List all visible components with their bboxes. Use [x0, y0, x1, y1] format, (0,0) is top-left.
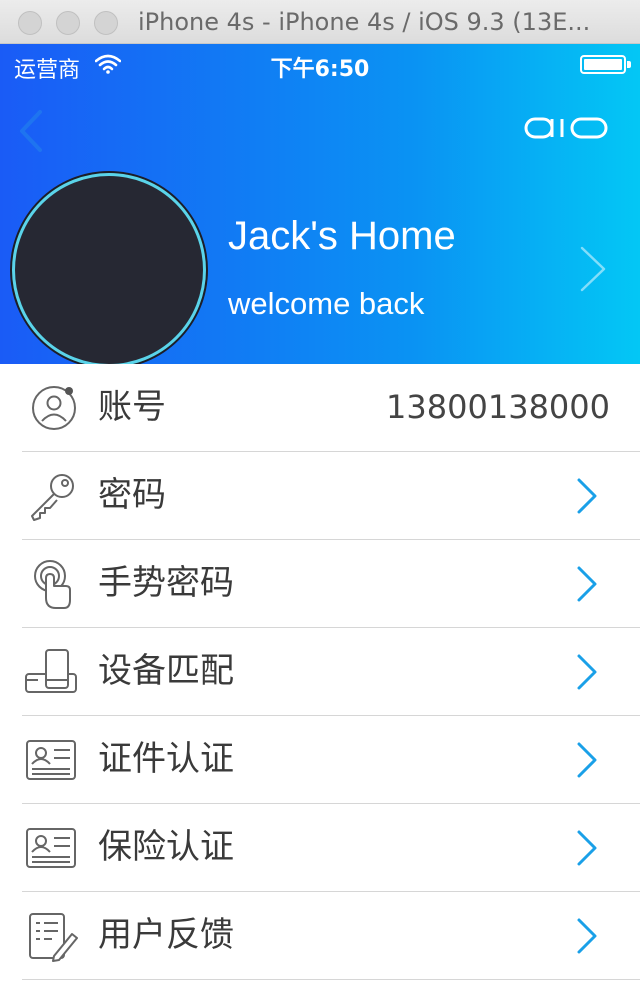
- chevron-right-icon: [577, 566, 597, 602]
- account-number: 13800138000: [386, 388, 610, 426]
- menu-row-id-certification[interactable]: 证件认证: [0, 716, 640, 804]
- battery-icon: [580, 55, 631, 74]
- chevron-right-icon: [577, 742, 597, 778]
- menu-label: 账号: [98, 387, 166, 427]
- id-card-icon: [26, 740, 76, 780]
- chevron-right-icon: [577, 830, 597, 866]
- welcome-subtitle: welcome back: [228, 286, 425, 321]
- simulator-window-bar: iPhone 4s - iPhone 4s / iOS 9.3 (13E...: [0, 0, 640, 44]
- window-zoom-button[interactable]: [94, 11, 118, 35]
- menu-label: 手势密码: [98, 563, 234, 603]
- window-close-button[interactable]: [18, 11, 42, 35]
- insurance-card-icon: [26, 828, 76, 868]
- menu-label: 密码: [98, 475, 166, 515]
- device-icon: [25, 649, 77, 693]
- menu-row-password[interactable]: 密码: [0, 452, 640, 540]
- aio-logo: aio: [524, 117, 608, 139]
- status-time: 下午6:50: [270, 57, 370, 82]
- menu-label: 证件认证: [98, 739, 234, 779]
- settings-list: 账号 13800138000 密码 手势密码 设备匹配 证件认证 保险认证 用户…: [0, 364, 640, 980]
- menu-row-device-pairing[interactable]: 设备匹配: [0, 628, 640, 716]
- window-minimize-button[interactable]: [56, 11, 80, 35]
- feedback-icon: [29, 913, 78, 962]
- back-chevron-icon[interactable]: [14, 106, 50, 156]
- gesture-icon: [34, 560, 71, 609]
- window-title: iPhone 4s - iPhone 4s / iOS 9.3 (13E...: [138, 8, 591, 36]
- menu-row-account[interactable]: 账号 13800138000: [0, 364, 640, 452]
- menu-row-insurance-certification[interactable]: 保险认证: [0, 804, 640, 892]
- home-name: Jack's Home: [228, 214, 456, 258]
- menu-label: 用户反馈: [98, 915, 234, 955]
- key-icon: [31, 474, 74, 521]
- account-icon: [32, 386, 76, 430]
- profile-chevron-icon[interactable]: [578, 244, 608, 294]
- profile-header: 运营商 下午6:50 aio Jack's Home welcome back: [0, 44, 640, 364]
- chevron-right-icon: [577, 918, 597, 954]
- menu-label: 保险认证: [98, 827, 234, 867]
- menu-row-feedback[interactable]: 用户反馈: [0, 892, 640, 980]
- status-bar: 运营商 下午6:50: [0, 44, 640, 84]
- chevron-right-icon: [577, 478, 597, 514]
- chevron-right-icon: [577, 654, 597, 690]
- menu-label: 设备匹配: [98, 651, 234, 691]
- avatar[interactable]: [12, 173, 206, 364]
- menu-row-gesture-password[interactable]: 手势密码: [0, 540, 640, 628]
